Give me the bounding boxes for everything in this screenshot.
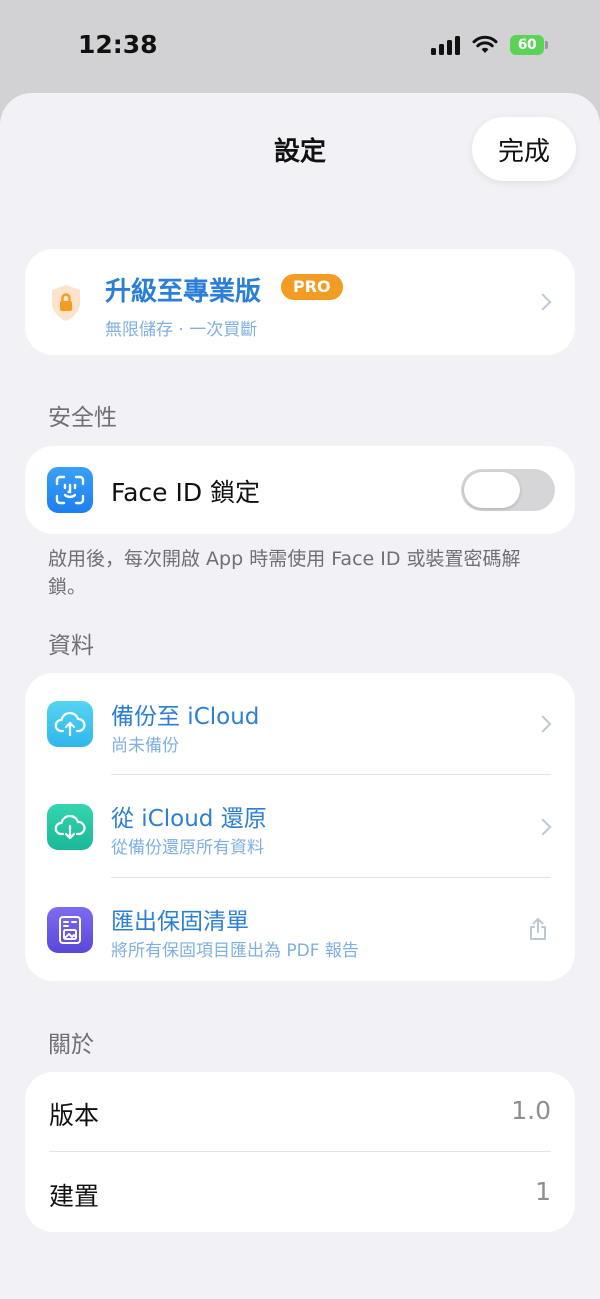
chevron-right-icon — [534, 293, 552, 311]
icloud-upload-icon — [47, 701, 93, 747]
build-label: 建置 — [49, 1182, 100, 1211]
face-id-footnote: 啟用後，每次開啟 App 時需使用 Face ID 或裝置密碼解鎖。 — [48, 548, 521, 598]
backup-title: 備份至 iCloud — [111, 704, 260, 730]
status-icons: 60 — [431, 35, 548, 55]
version-label: 版本 — [49, 1101, 100, 1130]
status-time: 12:38 — [78, 30, 158, 59]
status-bar: 12:38 60 — [0, 0, 600, 96]
backup-subtitle: 尚未備份 — [111, 736, 179, 756]
pro-badge: PRO — [281, 274, 343, 300]
restore-subtitle: 從備份還原所有資料 — [111, 838, 264, 858]
divider — [111, 877, 551, 878]
upgrade-title: 升級至專業版 — [105, 277, 262, 307]
divider — [111, 774, 551, 775]
export-subtitle: 將所有保固項目匯出為 PDF 報告 — [111, 941, 359, 961]
about-card: 版本 1.0 建置 1 — [25, 1072, 575, 1232]
face-id-icon — [47, 467, 93, 513]
done-button[interactable]: 完成 — [472, 117, 576, 181]
shield-lock-icon — [52, 285, 80, 321]
toggle-knob — [464, 472, 520, 508]
version-value: 1.0 — [511, 1096, 551, 1125]
battery-icon: 60 — [510, 35, 548, 55]
face-id-row: Face ID 鎖定 — [25, 446, 575, 534]
upgrade-pro-row[interactable]: 升級至專業版 PRO 無限儲存 · 一次買斷 — [25, 249, 575, 355]
section-header-security: 安全性 — [48, 405, 117, 431]
face-id-toggle[interactable] — [461, 469, 555, 511]
settings-sheet: 設定 完成 升級至專業版 PRO 無限儲存 · 一次買斷 安全性 Face ID… — [0, 93, 600, 1299]
section-header-data: 資料 — [48, 633, 94, 659]
build-value: 1 — [535, 1177, 551, 1206]
battery-level: 60 — [510, 35, 544, 55]
face-id-label: Face ID 鎖定 — [111, 478, 261, 507]
chevron-right-icon — [534, 715, 552, 733]
upgrade-subtitle: 無限儲存 · 一次買斷 — [105, 320, 258, 340]
document-image-icon — [47, 907, 93, 953]
icloud-download-icon — [47, 804, 93, 850]
share-icon — [530, 918, 546, 940]
divider — [49, 1151, 551, 1152]
data-card: 備份至 iCloud 尚未備份 從 iCloud 還原 從備份還原所有資料 匯出… — [25, 673, 575, 981]
restore-title: 從 iCloud 還原 — [111, 806, 267, 832]
chevron-right-icon — [534, 818, 552, 836]
wifi-icon — [472, 35, 498, 53]
export-title: 匯出保固清單 — [111, 909, 249, 935]
section-header-about: 關於 — [48, 1032, 94, 1058]
cellular-signal-icon — [431, 35, 460, 55]
